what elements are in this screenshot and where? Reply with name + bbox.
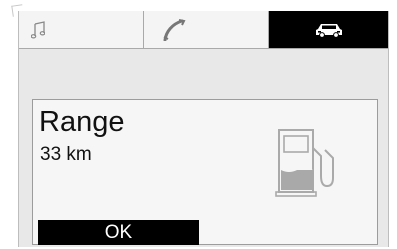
tab-bar <box>19 11 388 49</box>
tab-phone[interactable] <box>144 11 269 48</box>
info-title: Range <box>39 106 125 138</box>
tab-music[interactable] <box>19 11 144 48</box>
fuel-pump-icon <box>275 126 347 205</box>
range-value: 33 km <box>40 144 92 165</box>
car-icon <box>315 22 343 38</box>
tab-car[interactable] <box>269 11 388 48</box>
music-note-icon <box>31 20 45 39</box>
phone-icon <box>162 18 186 41</box>
info-display-screen: Range 33 km OK <box>18 11 389 247</box>
ok-button[interactable]: OK <box>38 220 199 245</box>
range-info-panel: Range 33 km OK <box>32 99 378 245</box>
